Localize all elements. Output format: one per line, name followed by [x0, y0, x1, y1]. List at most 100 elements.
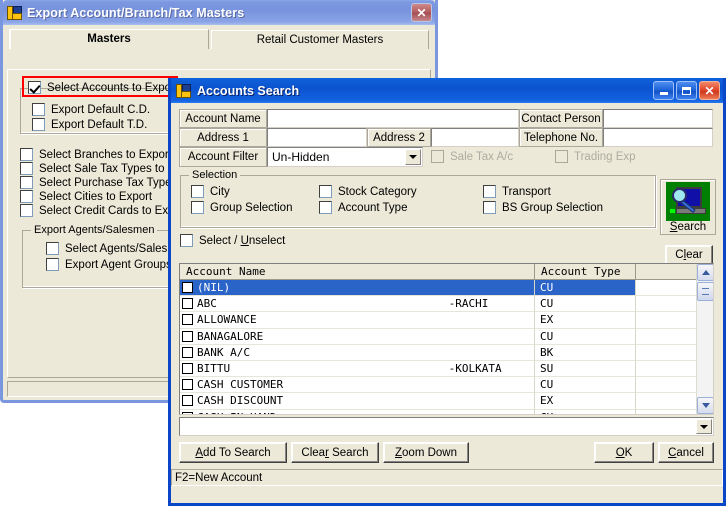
extra-cell[interactable]: [636, 280, 696, 297]
account-name-cell[interactable]: BANAGALORE: [180, 328, 535, 345]
checkbox-group-selection[interactable]: [191, 201, 204, 214]
checkbox-bs-group-selection[interactable]: [483, 201, 496, 214]
minimize-icon[interactable]: [653, 81, 674, 100]
table-row[interactable]: CASH CUSTOMER CU: [180, 377, 713, 394]
cancel-button[interactable]: Cancel: [658, 442, 714, 463]
account-type-cell[interactable]: CU: [535, 296, 636, 313]
check-city[interactable]: City: [191, 185, 230, 198]
table-row[interactable]: (NIL) CU: [180, 280, 713, 297]
table-row[interactable]: ABC -RACHI CU: [180, 296, 713, 313]
extra-cell[interactable]: [636, 410, 696, 415]
column-header-account-type[interactable]: Account Type: [535, 264, 636, 280]
row-checkbox[interactable]: [182, 411, 193, 414]
chevron-down-icon[interactable]: [405, 149, 421, 165]
checkbox-select-credit-cards[interactable]: [20, 204, 33, 217]
bottom-search-combo[interactable]: [179, 417, 714, 436]
table-row[interactable]: BANK A/C BK: [180, 344, 713, 361]
ok-button[interactable]: OK: [594, 442, 654, 463]
extra-cell[interactable]: [636, 312, 696, 329]
extra-cell[interactable]: [636, 345, 696, 361]
extra-cell[interactable]: [636, 361, 696, 378]
extra-cell[interactable]: [636, 377, 696, 394]
checkbox-select-accounts-to-export[interactable]: [28, 81, 41, 94]
tab-masters[interactable]: Masters: [9, 29, 209, 49]
accounts-search-window[interactable]: Accounts Search ✕ Account Name Contact P…: [168, 78, 726, 506]
accounts-grid-body[interactable]: (NIL) CU ABC -RACHI CU ALLOWANCE EX BANAGALORE…: [180, 280, 713, 415]
checkbox-account-type[interactable]: [319, 201, 332, 214]
row-checkbox[interactable]: [182, 330, 193, 342]
row-checkbox[interactable]: [182, 379, 193, 391]
account-type-cell[interactable]: BK: [535, 344, 636, 361]
account-type-cell[interactable]: EX: [535, 312, 636, 329]
check-select-accounts-to-export[interactable]: Select Accounts to Export: [28, 81, 178, 94]
table-row[interactable]: ALLOWANCE EX: [180, 312, 713, 329]
accounts-grid[interactable]: Account Name Account Type (NIL) CU ABC -RA…: [179, 263, 714, 415]
account-name-cell[interactable]: ALLOWANCE: [180, 312, 535, 329]
close-icon[interactable]: ✕: [411, 3, 432, 22]
check-select-unselect[interactable]: Select / Unselect: [180, 234, 285, 247]
check-transport[interactable]: Transport: [483, 185, 551, 198]
account-name-cell[interactable]: ABC -RACHI: [180, 296, 535, 313]
account-type-cell[interactable]: CU: [535, 377, 636, 394]
row-checkbox[interactable]: [182, 314, 193, 326]
checkbox-select-branches[interactable]: [20, 148, 33, 161]
check-select-branches[interactable]: Select Branches to Export: [20, 148, 172, 161]
extra-cell[interactable]: [636, 393, 696, 410]
clear-button[interactable]: Clear: [665, 245, 713, 265]
telephone-no-input[interactable]: [603, 128, 713, 147]
search-button[interactable]: Search: [660, 179, 716, 235]
table-row[interactable]: CASH IN HAND CH: [180, 409, 713, 415]
table-row[interactable]: BITTU -KOLKATA SU: [180, 360, 713, 378]
row-checkbox[interactable]: [182, 363, 193, 375]
address1-input[interactable]: [267, 128, 367, 147]
chevron-down-icon[interactable]: [696, 419, 712, 434]
masters-tabstrip[interactable]: Masters Retail Customer Masters: [7, 29, 431, 49]
column-header-account-name[interactable]: Account Name: [180, 264, 535, 280]
checkbox-export-default-td[interactable]: [32, 118, 45, 131]
checkbox-select-cities[interactable]: [20, 190, 33, 203]
check-select-credit-cards[interactable]: Select Credit Cards to Export: [20, 204, 188, 217]
row-checkbox[interactable]: [182, 282, 193, 294]
checkbox-select-sale-tax-types[interactable]: [20, 162, 33, 175]
scroll-up-button[interactable]: [697, 264, 713, 281]
check-export-default-cd[interactable]: Export Default C.D.: [32, 103, 150, 116]
account-type-cell[interactable]: SU: [535, 360, 636, 378]
accounts-search-titlebar[interactable]: Accounts Search ✕: [171, 78, 723, 103]
account-type-cell[interactable]: CH: [535, 409, 636, 414]
close-icon[interactable]: ✕: [699, 81, 720, 100]
check-select-sale-tax-types[interactable]: Select Sale Tax Types to Exp: [20, 162, 188, 175]
row-checkbox[interactable]: [182, 395, 193, 407]
grid-vertical-scrollbar[interactable]: [696, 264, 713, 414]
check-export-default-td[interactable]: Export Default T.D.: [32, 118, 147, 131]
account-name-cell[interactable]: (NIL): [180, 280, 535, 297]
account-type-cell[interactable]: CU: [535, 280, 636, 297]
extra-cell[interactable]: [636, 296, 696, 313]
account-type-cell[interactable]: EX: [535, 393, 636, 410]
address2-input[interactable]: [431, 128, 519, 147]
contact-person-input[interactable]: [603, 109, 713, 128]
row-checkbox[interactable]: [182, 346, 193, 358]
account-name-cell[interactable]: CASH IN HAND: [180, 409, 535, 414]
checkbox-export-default-cd[interactable]: [32, 103, 45, 116]
tab-retail-customer-masters[interactable]: Retail Customer Masters: [211, 30, 429, 49]
checkbox-stock-category[interactable]: [319, 185, 332, 198]
account-name-cell[interactable]: BITTU -KOLKATA: [180, 360, 535, 378]
scroll-down-button[interactable]: [697, 397, 713, 414]
account-name-cell[interactable]: CASH CUSTOMER: [180, 377, 535, 394]
scroll-thumb[interactable]: [697, 282, 713, 301]
account-name-cell[interactable]: CASH DISCOUNT: [180, 393, 535, 410]
account-name-input[interactable]: [267, 109, 519, 128]
checkbox-city[interactable]: [191, 185, 204, 198]
checkbox-transport[interactable]: [483, 185, 496, 198]
clear-search-button[interactable]: Clear Search: [291, 442, 379, 463]
checkbox-select-unselect[interactable]: [180, 234, 193, 247]
zoom-down-button[interactable]: Zoom Down: [383, 442, 469, 463]
table-row[interactable]: CASH DISCOUNT EX: [180, 393, 713, 410]
account-type-cell[interactable]: CU: [535, 328, 636, 345]
check-account-type[interactable]: Account Type: [319, 201, 407, 214]
checkbox-select-purchase-tax-types[interactable]: [20, 176, 33, 189]
extra-cell[interactable]: [636, 329, 696, 345]
check-group-selection[interactable]: Group Selection: [191, 201, 292, 214]
maximize-icon[interactable]: [676, 81, 697, 100]
checkbox-select-agents[interactable]: [46, 242, 59, 255]
